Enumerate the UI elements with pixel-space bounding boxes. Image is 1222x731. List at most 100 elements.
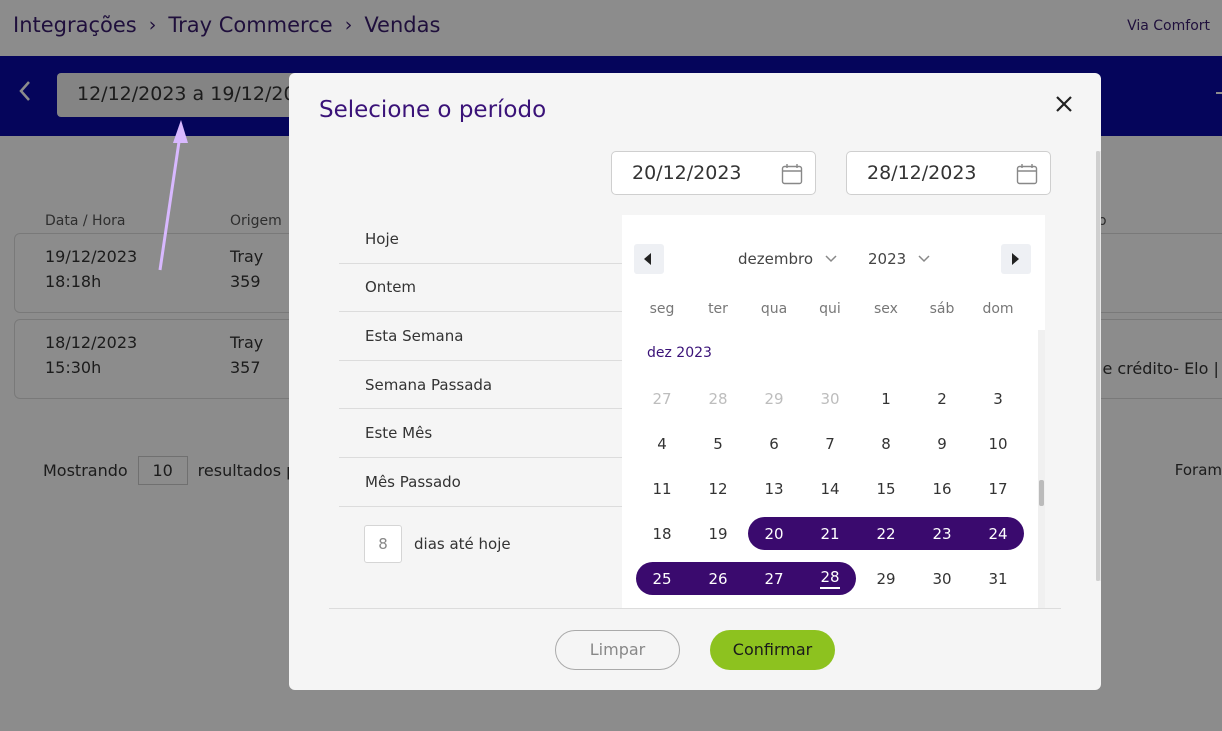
calendar-day[interactable]: 3 xyxy=(970,376,1026,421)
calendar-day-number: 5 xyxy=(713,434,723,453)
calendar-day[interactable]: 27 xyxy=(634,376,690,421)
calendar-day[interactable]: 12 xyxy=(690,466,746,511)
calendar-day[interactable]: 13 xyxy=(746,466,802,511)
calendar-day[interactable]: 17 xyxy=(970,466,1026,511)
scrollbar-thumb[interactable] xyxy=(1039,480,1044,506)
calendar-week: 18 19 20 21 22 23 24 xyxy=(634,511,1026,556)
weekday-label: qui xyxy=(819,301,841,317)
calendar-day[interactable]: 10 xyxy=(970,421,1026,466)
days-until-today: 8 dias até hoje xyxy=(364,525,511,563)
calendar-day[interactable]: 20 xyxy=(746,511,802,556)
year-select[interactable]: 2023 xyxy=(868,250,930,268)
calendar-day-number: 20 xyxy=(764,524,784,543)
end-date-input[interactable]: 28/12/2023 xyxy=(846,151,1051,195)
weekday-label: qua xyxy=(760,301,788,317)
calendar-day[interactable]: 1 xyxy=(858,376,914,421)
calendar-day-number: 29 xyxy=(764,389,784,408)
calendar-day-number: 6 xyxy=(769,434,779,453)
calendar-day[interactable]: 25 xyxy=(634,556,690,601)
calendar-grid: 27 28 29 30 1 2 3 4 5 6 7 8 9 10 11 12 13 14 15 16 17 18 19 20 2… xyxy=(634,376,1026,601)
month-select[interactable]: dezembro xyxy=(738,250,837,268)
preset-ontem[interactable]: Ontem xyxy=(339,264,622,313)
preset-hoje[interactable]: Hoje xyxy=(339,215,622,264)
calendar-day[interactable]: 4 xyxy=(634,421,690,466)
calendar-day[interactable]: 31 xyxy=(970,556,1026,601)
calendar-week: 11 12 13 14 15 16 17 xyxy=(634,466,1026,511)
calendar-day-number: 1 xyxy=(881,389,891,408)
calendar-day[interactable]: 26 xyxy=(690,556,746,601)
calendar-day[interactable]: 23 xyxy=(914,511,970,556)
calendar-day[interactable]: 28 xyxy=(802,556,858,601)
calendar-day-number: 26 xyxy=(708,569,728,588)
calendar-day[interactable]: 16 xyxy=(914,466,970,511)
chevron-down-icon xyxy=(825,255,837,263)
month-label: dez 2023 xyxy=(647,345,712,361)
caret-left-icon xyxy=(644,253,651,265)
days-input[interactable]: 8 xyxy=(364,525,402,563)
preset-esta-semana[interactable]: Esta Semana xyxy=(339,312,622,361)
preset-mes-passado[interactable]: Mês Passado xyxy=(339,458,622,507)
calendar-day[interactable]: 19 xyxy=(690,511,746,556)
calendar-day-number: 30 xyxy=(932,569,952,588)
calendar-day-number: 13 xyxy=(764,479,784,498)
calendar-day-number: 29 xyxy=(876,569,896,588)
calendar-day[interactable]: 30 xyxy=(802,376,858,421)
calendar-day-number: 27 xyxy=(764,569,784,588)
weekday-label: dom xyxy=(982,301,1014,317)
calendar-day-number: 15 xyxy=(876,479,896,498)
next-month-button[interactable] xyxy=(1001,244,1031,274)
end-date-value: 28/12/2023 xyxy=(867,162,977,184)
calendar-day-number: 28 xyxy=(820,568,840,589)
calendar-day-number: 25 xyxy=(652,569,672,588)
calendar-day-number: 24 xyxy=(988,524,1008,543)
close-icon[interactable] xyxy=(1051,91,1077,117)
calendar-day[interactable]: 9 xyxy=(914,421,970,466)
calendar-day[interactable]: 5 xyxy=(690,421,746,466)
calendar-day[interactable]: 24 xyxy=(970,511,1026,556)
start-date-input[interactable]: 20/12/2023 xyxy=(611,151,816,195)
calendar-week: 4 5 6 7 8 9 10 xyxy=(634,421,1026,466)
calendar-day[interactable]: 21 xyxy=(802,511,858,556)
calendar-day[interactable]: 18 xyxy=(634,511,690,556)
weekday-label: ter xyxy=(708,301,728,317)
calendar-day[interactable]: 29 xyxy=(746,376,802,421)
calendar-day-number: 8 xyxy=(881,434,891,453)
calendar-scrollbar[interactable] xyxy=(1038,330,1045,608)
calendar-week: 25 26 27 28 29 30 31 xyxy=(634,556,1026,601)
confirm-button[interactable]: Confirmar xyxy=(710,630,835,670)
calendar-icon[interactable] xyxy=(1016,163,1038,185)
calendar-icon[interactable] xyxy=(781,163,803,185)
calendar-day[interactable]: 6 xyxy=(746,421,802,466)
calendar-day-number: 30 xyxy=(820,389,840,408)
calendar-day[interactable]: 15 xyxy=(858,466,914,511)
clear-button[interactable]: Limpar xyxy=(555,630,680,670)
calendar-day[interactable]: 30 xyxy=(914,556,970,601)
calendar-day[interactable]: 7 xyxy=(802,421,858,466)
calendar-day[interactable]: 28 xyxy=(690,376,746,421)
calendar: dezembro 2023 seg ter qua qui sex sáb dom dez … xyxy=(622,215,1045,608)
year-select-value: 2023 xyxy=(868,250,907,268)
calendar-day[interactable]: 27 xyxy=(746,556,802,601)
preset-semana-passada[interactable]: Semana Passada xyxy=(339,361,622,410)
calendar-week: 27 28 29 30 1 2 3 xyxy=(634,376,1026,421)
prev-month-button[interactable] xyxy=(634,244,664,274)
preset-este-mes[interactable]: Este Mês xyxy=(339,409,622,458)
calendar-day[interactable]: 22 xyxy=(858,511,914,556)
calendar-day[interactable]: 14 xyxy=(802,466,858,511)
calendar-day-number: 21 xyxy=(820,524,840,543)
days-label: dias até hoje xyxy=(414,535,511,553)
calendar-day-number: 9 xyxy=(937,434,947,453)
preset-list: Hoje Ontem Esta Semana Semana Passada Es… xyxy=(339,215,622,507)
calendar-day[interactable]: 8 xyxy=(858,421,914,466)
calendar-day[interactable]: 2 xyxy=(914,376,970,421)
calendar-day[interactable]: 29 xyxy=(858,556,914,601)
calendar-day-number: 12 xyxy=(708,479,728,498)
calendar-day-number: 19 xyxy=(708,524,728,543)
caret-right-icon xyxy=(1012,253,1019,265)
scrollbar-thumb[interactable] xyxy=(1096,151,1100,581)
calendar-day[interactable]: 11 xyxy=(634,466,690,511)
weekday-label: sáb xyxy=(929,301,955,317)
calendar-day-number: 10 xyxy=(988,434,1008,453)
modal-scrollbar[interactable] xyxy=(1096,151,1101,581)
calendar-day-number: 3 xyxy=(993,389,1003,408)
